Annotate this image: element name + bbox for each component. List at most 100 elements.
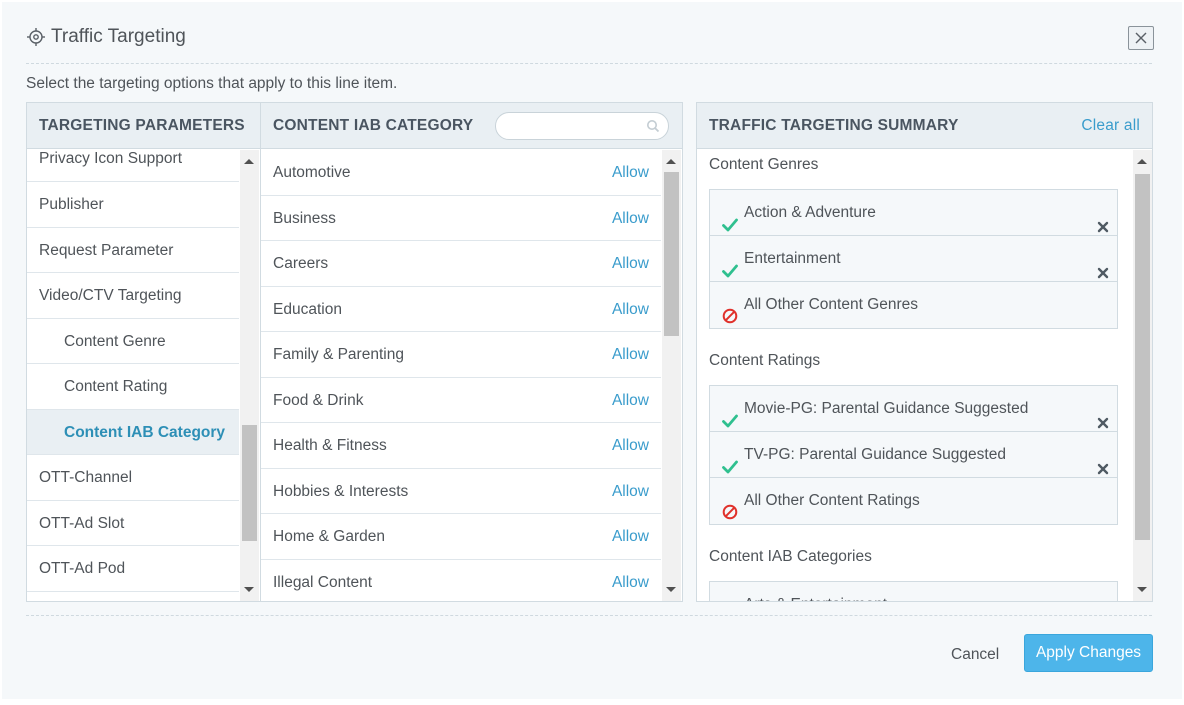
- iab-category-label: Home & Garden: [273, 528, 385, 545]
- iab-search-box[interactable]: [495, 112, 669, 140]
- iab-category-label: Family & Parenting: [273, 346, 404, 363]
- blocked-icon: [722, 297, 738, 324]
- parameter-item[interactable]: OTT-Ad Slot: [27, 501, 239, 546]
- summary-group-box: Action & Adventure Entertainment All Other…: [709, 189, 1118, 329]
- bottom-strip: [0, 699, 1184, 705]
- summary-row-label: Entertainment: [744, 250, 841, 267]
- summary-row-label: Arts & Entertainment: [744, 596, 887, 601]
- targeting-summary-panel: TRAFFIC TARGETING SUMMARY Clear all Cont…: [696, 102, 1153, 602]
- parameters-scrollbar[interactable]: [240, 150, 259, 601]
- search-icon: [647, 120, 660, 133]
- targeting-parameters-column: TARGETING PARAMETERS Privacy Icon Suppor…: [27, 103, 261, 601]
- modal-subtitle: Select the targeting options that apply …: [26, 75, 398, 92]
- scroll-up-arrow-icon[interactable]: [244, 159, 254, 164]
- blocked-icon: [722, 493, 738, 520]
- iab-category-row: Home & Garden Allow: [261, 514, 661, 560]
- parameter-item[interactable]: Video/CTV Targeting: [27, 273, 239, 319]
- allow-button[interactable]: Allow: [612, 469, 649, 514]
- allow-button[interactable]: Allow: [612, 196, 649, 241]
- parameter-item[interactable]: Content Genre: [27, 319, 239, 364]
- close-button[interactable]: [1128, 26, 1154, 50]
- modal-header: Traffic Targeting: [26, 22, 1152, 64]
- checkmark-icon: [722, 597, 738, 601]
- cancel-button[interactable]: Cancel: [951, 646, 999, 664]
- iab-category-label: Illegal Content: [273, 573, 373, 591]
- summary-row-label: Movie-PG: Parental Guidance Suggested: [744, 400, 1029, 417]
- parameter-item[interactable]: OTT-Ad Pod: [27, 546, 239, 592]
- checkmark-icon: [722, 251, 738, 278]
- scrollbar-thumb[interactable]: [242, 425, 257, 541]
- iab-scrollbar[interactable]: [662, 150, 681, 601]
- footer-divider: [26, 615, 1152, 616]
- allow-button[interactable]: Allow: [612, 332, 649, 377]
- iab-category-label: Food & Drink: [273, 391, 364, 409]
- summary-row-label: TV-PG: Parental Guidance Suggested: [744, 446, 1006, 463]
- targeting-panel: TARGETING PARAMETERS Privacy Icon Suppor…: [26, 102, 683, 602]
- summary-row: Arts & Entertainment: [710, 582, 1117, 601]
- scroll-down-arrow-icon[interactable]: [666, 587, 676, 592]
- iab-category-label: Education: [273, 300, 342, 318]
- iab-category-label: Health & Fitness: [273, 437, 387, 454]
- scrollbar-thumb[interactable]: [664, 172, 679, 336]
- remove-icon[interactable]: [1097, 402, 1109, 429]
- iab-category-row: Health & Fitness Allow: [261, 423, 661, 469]
- allow-button[interactable]: Allow: [612, 378, 649, 423]
- summary-group-box: Movie-PG: Parental Guidance Suggested TV-…: [709, 385, 1118, 525]
- iab-category-row: Illegal Content Allow: [261, 560, 661, 602]
- parameter-item[interactable]: Privacy Icon Support: [27, 150, 239, 182]
- allow-button[interactable]: Allow: [612, 560, 649, 602]
- summary-row-label: All Other Content Ratings: [744, 492, 920, 509]
- parameter-item[interactable]: Content IAB Category: [27, 409, 239, 455]
- checkmark-icon: [722, 205, 738, 232]
- iab-category-row: Careers Allow: [261, 241, 661, 287]
- iab-category-row: Family & Parenting Allow: [261, 332, 661, 378]
- remove-icon[interactable]: [1097, 598, 1109, 601]
- scroll-down-arrow-icon[interactable]: [1137, 587, 1147, 592]
- checkmark-icon: [722, 447, 738, 474]
- summary-heading: TRAFFIC TARGETING SUMMARY Clear all: [697, 103, 1152, 149]
- remove-icon[interactable]: [1097, 252, 1109, 279]
- apply-changes-button[interactable]: Apply Changes: [1024, 634, 1153, 672]
- summary-group-title: Content IAB Categories: [709, 548, 872, 565]
- content-iab-category-column: CONTENT IAB CATEGORY Automotive Allow Busi…: [261, 103, 682, 601]
- parameter-item[interactable]: Content Rating: [27, 364, 239, 410]
- iab-category-label: Business: [273, 209, 336, 227]
- summary-row: Entertainment: [710, 236, 1117, 282]
- summary-row: Movie-PG: Parental Guidance Suggested: [710, 386, 1117, 432]
- allow-button[interactable]: Allow: [612, 150, 649, 195]
- parameter-item[interactable]: Publisher: [27, 182, 239, 228]
- iab-category-row: Hobbies & Interests Allow: [261, 469, 661, 514]
- scroll-up-arrow-icon[interactable]: [666, 159, 676, 164]
- iab-category-label: Automotive: [273, 164, 351, 181]
- scroll-up-arrow-icon[interactable]: [1137, 159, 1147, 164]
- summary-scrollbar[interactable]: [1133, 150, 1152, 601]
- parameter-item[interactable]: Request Parameter: [27, 228, 239, 273]
- iab-category-label: Hobbies & Interests: [273, 482, 409, 500]
- iab-category-row: Business Allow: [261, 196, 661, 241]
- summary-group-box: Arts & Entertainment: [709, 581, 1118, 601]
- allow-button[interactable]: Allow: [612, 514, 649, 559]
- summary-list: Content Genres Action & Adventure Entertai…: [697, 150, 1131, 601]
- parameter-item[interactable]: OTT-Channel: [27, 455, 239, 501]
- clear-all-link[interactable]: Clear all: [1081, 103, 1140, 149]
- remove-icon[interactable]: [1097, 206, 1109, 233]
- iab-category-list: Automotive Allow Business Allow Careers Allow…: [261, 150, 661, 601]
- summary-group-title: Content Ratings: [709, 352, 821, 369]
- iab-category-row: Automotive Allow: [261, 150, 661, 196]
- allow-button[interactable]: Allow: [612, 241, 649, 286]
- checkmark-icon: [722, 401, 738, 428]
- targeting-parameters-heading: TARGETING PARAMETERS: [27, 103, 260, 149]
- summary-heading-label: TRAFFIC TARGETING SUMMARY: [709, 117, 959, 134]
- summary-row-label: All Other Content Genres: [744, 296, 919, 313]
- summary-row: TV-PG: Parental Guidance Suggested: [710, 432, 1117, 478]
- iab-category-row: Education Allow: [261, 287, 661, 332]
- remove-icon[interactable]: [1097, 448, 1109, 475]
- summary-row: All Other Content Genres: [710, 282, 1117, 328]
- summary-row: Action & Adventure: [710, 190, 1117, 236]
- scroll-down-arrow-icon[interactable]: [244, 587, 254, 592]
- iab-category-row: Food & Drink Allow: [261, 378, 661, 423]
- scrollbar-thumb[interactable]: [1135, 174, 1150, 540]
- summary-row-label: Action & Adventure: [744, 204, 876, 221]
- allow-button[interactable]: Allow: [612, 423, 649, 468]
- allow-button[interactable]: Allow: [612, 287, 649, 332]
